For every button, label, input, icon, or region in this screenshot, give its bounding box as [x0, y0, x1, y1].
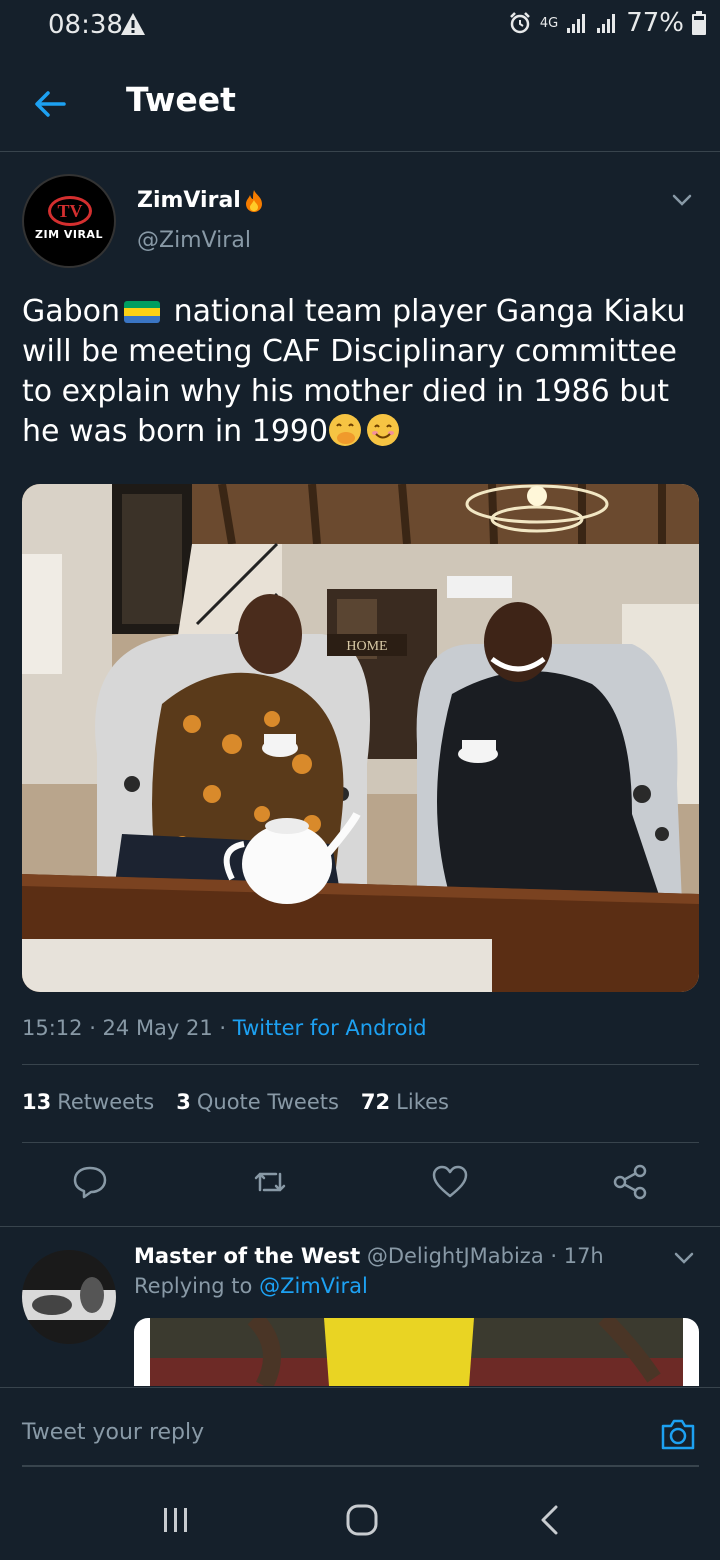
warning-icon [121, 13, 145, 35]
divider [22, 1064, 699, 1065]
divider [22, 1142, 699, 1143]
chevron-down-icon[interactable] [670, 190, 694, 210]
recent-apps-icon[interactable] [156, 1502, 196, 1538]
reply-input[interactable]: Tweet your reply [22, 1420, 204, 1445]
status-bar: 08:38 4G 77% [0, 0, 720, 52]
reply-avatar[interactable] [22, 1250, 116, 1344]
photo-sign-text: HOME [346, 639, 387, 654]
camera-icon[interactable] [658, 1414, 698, 1454]
status-indicators: 4G 77% [508, 8, 706, 38]
page-title: Tweet [126, 80, 236, 119]
likes-stat[interactable]: 72 Likes [361, 1090, 449, 1114]
status-time: 08:38 [48, 10, 123, 40]
signal-icon-2 [597, 14, 616, 33]
tweet-photo[interactable]: HOME [22, 484, 699, 992]
quote-tweets-stat[interactable]: 3 Quote Tweets [176, 1090, 339, 1114]
tweet-text: Gabon national team player Ganga Kiaku w… [22, 292, 702, 452]
back-nav-icon[interactable] [530, 1502, 570, 1538]
system-nav-bar [0, 1468, 720, 1560]
author-handle[interactable]: @ZimViral [137, 228, 251, 253]
signal-icon [567, 14, 586, 33]
battery-icon [692, 11, 706, 35]
reply-handle-time: @DelightJMabiza · 17h [360, 1244, 604, 1268]
retweets-label: Retweets [57, 1090, 155, 1114]
tweet-stats: 13 Retweets 3 Quote Tweets 72 Likes [22, 1090, 449, 1114]
home-icon[interactable] [342, 1502, 382, 1538]
compose-underline [22, 1465, 699, 1467]
smiling-face-icon [367, 414, 400, 446]
share-icon[interactable] [610, 1162, 650, 1202]
author-name-text: ZimViral [137, 188, 241, 213]
tweet-actions [0, 1162, 720, 1210]
likes-count: 72 [360, 1090, 391, 1114]
reply-avatar-image [22, 1250, 116, 1344]
heart-icon[interactable] [430, 1162, 470, 1202]
reply-header: Master of the West @DelightJMabiza · 17h [134, 1244, 604, 1268]
replying-to-link[interactable]: @ZimViral [259, 1274, 368, 1298]
reply-media-image [150, 1318, 683, 1386]
tweet-meta: 15:12 · 24 May 21 · Twitter for Android [22, 1016, 427, 1040]
gabon-flag-icon [124, 301, 161, 323]
replying-to: Replying to @ZimViral [134, 1274, 368, 1298]
arrow-left-icon[interactable] [30, 84, 70, 124]
header: Tweet [0, 52, 720, 152]
fire-icon [245, 189, 262, 212]
tweet-text-part1: Gabon [22, 294, 121, 329]
battery-percent: 77% [626, 8, 684, 38]
avatar-label: ZIM VIRAL [35, 228, 103, 241]
comment-icon[interactable] [70, 1162, 110, 1202]
avatar[interactable]: TV ZIM VIRAL [22, 174, 116, 268]
reply-media[interactable] [134, 1318, 699, 1386]
author-name[interactable]: ZimViral [137, 188, 265, 213]
avatar-logo: TV [48, 196, 92, 226]
compose-bar: Tweet your reply [0, 1387, 720, 1467]
replying-prefix: Replying to [134, 1274, 260, 1298]
chevron-down-icon[interactable] [672, 1248, 696, 1268]
network-type: 4G [539, 15, 559, 31]
tweet-source-link[interactable]: Twitter for Android [233, 1016, 427, 1040]
quotes-count: 3 [176, 1090, 191, 1114]
face-hand-over-mouth-icon [329, 414, 362, 446]
retweet-icon[interactable] [250, 1162, 290, 1202]
likes-label: Likes [396, 1090, 449, 1114]
divider [0, 1226, 720, 1227]
photo-illustration: HOME [22, 484, 699, 992]
reply-author-name[interactable]: Master of the West [134, 1244, 360, 1268]
retweets-stat[interactable]: 13 Retweets [22, 1090, 154, 1114]
tweet-timestamp: 15:12 · 24 May 21 · [22, 1016, 233, 1040]
quotes-label: Quote Tweets [196, 1090, 339, 1114]
retweets-count: 13 [22, 1090, 52, 1114]
alarm-icon [509, 12, 530, 34]
